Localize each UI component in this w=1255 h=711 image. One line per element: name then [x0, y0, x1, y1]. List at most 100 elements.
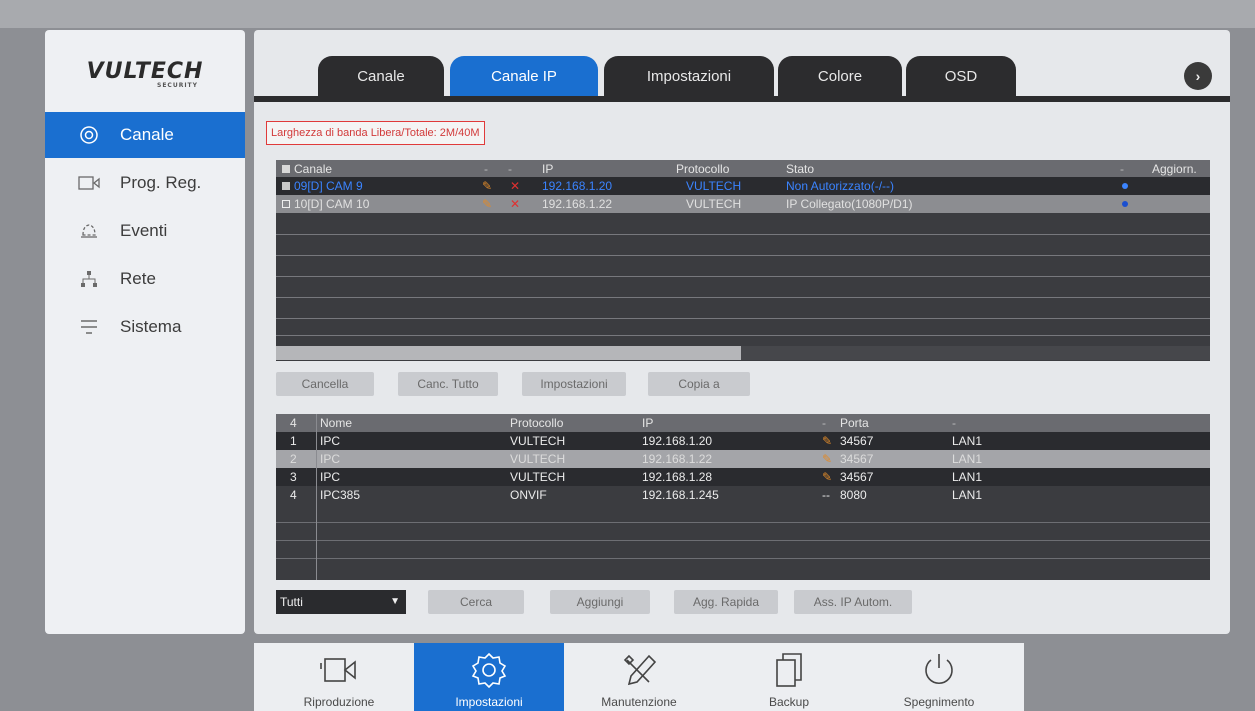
- dock-label: Riproduzione: [303, 695, 375, 709]
- table-row[interactable]: 09[D] CAM 9 ✎ ✕ 192.168.1.20 VULTECH Non…: [276, 177, 1210, 195]
- delete-x-icon[interactable]: ✕: [510, 195, 520, 213]
- header-update: Aggiorn.: [1152, 161, 1197, 176]
- header-port: Porta: [840, 416, 869, 430]
- maintenance-tools-icon: [619, 649, 659, 691]
- tab-impostazioni[interactable]: Impostazioni: [604, 56, 774, 96]
- cell-ip: 192.168.1.22: [642, 452, 713, 466]
- cell-port: 34567: [840, 434, 874, 448]
- tab-canale-ip[interactable]: Canale IP: [450, 56, 598, 96]
- table-row[interactable]: 3 IPC VULTECH 192.168.1.28 ✎ 34567 LAN1: [276, 468, 1210, 486]
- cell-num: 1: [290, 434, 297, 448]
- cell-num: 4: [290, 488, 297, 502]
- power-icon: [919, 649, 959, 691]
- table-row[interactable]: 4 IPC385 ONVIF 192.168.1.245 -- 8080 LAN…: [276, 486, 1210, 504]
- dock-item-playback[interactable]: Riproduzione: [264, 643, 414, 711]
- header-dash: -: [822, 416, 826, 430]
- sidebar-item-prog-reg[interactable]: Prog. Reg.: [45, 160, 245, 206]
- filter-select[interactable]: Tutti ▼: [276, 590, 406, 614]
- network-icon: [78, 268, 100, 290]
- sidebar-item-label: Canale: [120, 125, 174, 144]
- sidebar-item-sistema[interactable]: Sistema: [45, 304, 245, 350]
- tab-label: Impostazioni: [646, 67, 732, 85]
- header-channel: Canale: [294, 161, 333, 176]
- sidebar-item-eventi[interactable]: Eventi: [45, 208, 245, 254]
- add-button[interactable]: Aggiungi: [550, 590, 650, 614]
- row-divider: [276, 335, 1210, 336]
- scrollbar-thumb[interactable]: [741, 346, 1210, 360]
- cell-protocol: VULTECH: [510, 452, 566, 466]
- table-row[interactable]: 2 IPC VULTECH 192.168.1.22 ✎ 34567 LAN1: [276, 450, 1210, 468]
- status-dot-icon: [1122, 195, 1128, 213]
- row-divider: [276, 276, 1210, 277]
- cell-num: 2: [290, 452, 297, 466]
- cell-name: IPC: [320, 452, 341, 466]
- tab-canale[interactable]: Canale: [318, 56, 444, 96]
- record-schedule-icon: [78, 172, 100, 194]
- dock-label: Manutenzione: [601, 695, 677, 709]
- sidebar-item-label: Prog. Reg.: [120, 173, 202, 192]
- next-arrow-icon[interactable]: ›: [1184, 62, 1212, 90]
- playback-camera-icon: [317, 649, 361, 691]
- edit-icon[interactable]: ✎: [822, 432, 832, 450]
- dock-label: Impostazioni: [455, 695, 523, 709]
- delete-button[interactable]: Cancella: [276, 372, 374, 396]
- tab-colore[interactable]: Colore: [778, 56, 902, 96]
- backup-files-icon: [771, 649, 807, 691]
- search-button[interactable]: Cerca: [428, 590, 524, 614]
- tab-osd[interactable]: OSD: [906, 56, 1016, 96]
- table-row[interactable]: 1 IPC VULTECH 192.168.1.20 ✎ 34567 LAN1: [276, 432, 1210, 450]
- row-checkbox[interactable]: 10[D] CAM 10: [282, 195, 369, 213]
- auto-ip-button[interactable]: Ass. IP Autom.: [794, 590, 912, 614]
- column-divider: [316, 414, 317, 580]
- cell-mark: --: [822, 488, 830, 502]
- cell-protocol: ONVIF: [510, 488, 547, 502]
- sidebar-item-canale[interactable]: Canale: [45, 112, 245, 158]
- monitor-bezel: [0, 0, 1255, 28]
- dock-item-backup[interactable]: Backup: [714, 643, 864, 711]
- cell-ip: 192.168.1.22: [542, 197, 613, 211]
- brand-sub: SECURITY: [157, 82, 198, 89]
- brand-name: VULTECH: [86, 58, 204, 84]
- dock-item-maintenance[interactable]: Manutenzione: [564, 643, 714, 711]
- row-divider: [276, 540, 1210, 541]
- cell-ip: 192.168.1.20: [542, 179, 613, 193]
- system-list-icon: [78, 316, 100, 338]
- checkbox-icon: [282, 164, 290, 173]
- left-panel: VULTECH SECURITY Canale Prog. Reg. Event…: [45, 30, 245, 634]
- header-name: Nome: [320, 416, 353, 430]
- header-checkbox[interactable]: Canale: [282, 160, 332, 177]
- cell-name: IPC: [320, 470, 341, 484]
- table-row[interactable]: 10[D] CAM 10 ✎ ✕ 192.168.1.22 VULTECH IP…: [276, 195, 1210, 213]
- row-checkbox[interactable]: 09[D] CAM 9: [282, 177, 363, 195]
- cell-lan: LAN1: [952, 434, 983, 448]
- cell-channel: 09[D] CAM 9: [294, 179, 363, 193]
- devices-table: 4 Nome Protocollo IP - Porta - 1 IPC VUL…: [276, 414, 1210, 580]
- header-status: Stato: [786, 161, 815, 176]
- cell-lan: LAN1: [952, 470, 983, 484]
- edit-icon[interactable]: ✎: [822, 468, 832, 486]
- checkbox-icon: [282, 200, 290, 208]
- dock-item-settings[interactable]: Impostazioni: [414, 643, 564, 711]
- copy-to-button[interactable]: Copia a: [648, 372, 750, 396]
- tab-label: Colore: [817, 67, 863, 85]
- settings-button[interactable]: Impostazioni: [522, 372, 626, 396]
- delete-all-button[interactable]: Canc. Tutto: [398, 372, 498, 396]
- chevron-down-icon: ▼: [390, 596, 400, 607]
- quick-add-button[interactable]: Agg. Rapida: [674, 590, 778, 614]
- edit-icon[interactable]: ✎: [482, 195, 492, 213]
- edit-icon[interactable]: ✎: [482, 177, 492, 195]
- horizontal-scrollbar[interactable]: [276, 346, 741, 360]
- delete-x-icon[interactable]: ✕: [510, 177, 520, 195]
- table-header: 4 Nome Protocollo IP - Porta -: [276, 414, 1210, 432]
- sidebar-item-label: Rete: [120, 269, 156, 288]
- tab-label: Canale IP: [491, 67, 557, 85]
- cell-name: IPC385: [320, 488, 361, 502]
- tab-bar: Canale Canale IP Impostazioni Colore OSD…: [254, 30, 1230, 102]
- edit-icon[interactable]: ✎: [822, 450, 832, 468]
- header-dash: -: [484, 161, 488, 176]
- row-divider: [276, 297, 1210, 298]
- cell-ip: 192.168.1.20: [642, 434, 713, 448]
- dock-item-shutdown[interactable]: Spegnimento: [864, 643, 1014, 711]
- cell-port: 34567: [840, 470, 874, 484]
- sidebar-item-rete[interactable]: Rete: [45, 256, 245, 302]
